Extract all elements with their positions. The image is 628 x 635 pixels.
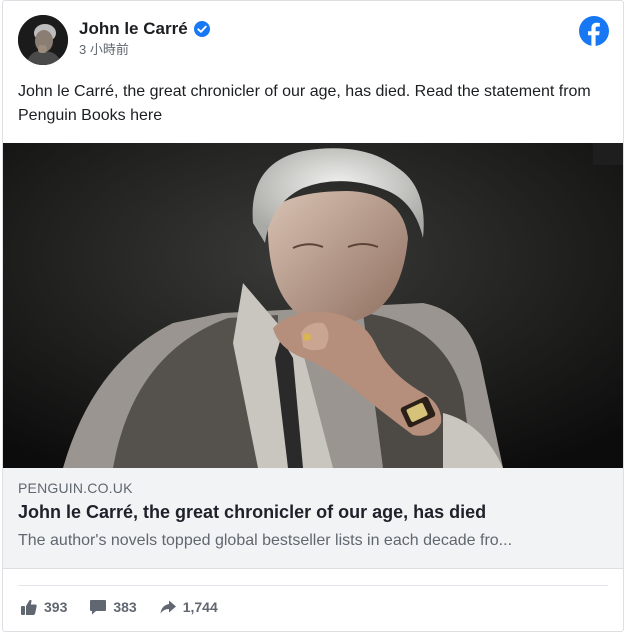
link-domain: PENGUIN.CO.UK (18, 480, 133, 496)
post-header: John le Carré 3 小時前 (18, 15, 611, 67)
author-info: John le Carré 3 小時前 (79, 19, 210, 58)
share-button[interactable]: 1,744 (159, 598, 218, 616)
like-button[interactable]: 393 (20, 598, 67, 616)
share-count: 1,744 (182, 599, 218, 615)
post-text: John le Carré, the great chronicler of o… (18, 83, 591, 124)
verified-badge-icon (193, 21, 210, 37)
facebook-post-embed: John le Carré 3 小時前 John le Carré, the g… (2, 0, 624, 632)
comment-button[interactable]: 383 (89, 598, 137, 616)
facebook-logo-icon[interactable] (579, 16, 609, 46)
link-description: The author's novels topped global bestse… (18, 532, 513, 549)
comment-count: 383 (113, 599, 137, 615)
author-avatar[interactable] (18, 15, 68, 65)
share-arrow-icon (159, 598, 177, 616)
speech-bubble-icon (89, 598, 107, 616)
thumbs-up-icon (20, 598, 38, 616)
link-preview[interactable]: PENGUIN.CO.UK John le Carré, the great c… (3, 468, 623, 569)
link-title[interactable]: John le Carré, the great chronicler of o… (18, 502, 486, 523)
post-photo[interactable] (3, 143, 623, 468)
author-name[interactable]: John le Carré (79, 19, 188, 39)
divider (18, 585, 608, 586)
engagement-bar: 393 383 1,744 (20, 598, 240, 616)
like-count: 393 (44, 599, 68, 615)
post-timestamp[interactable]: 3 小時前 (79, 42, 210, 58)
